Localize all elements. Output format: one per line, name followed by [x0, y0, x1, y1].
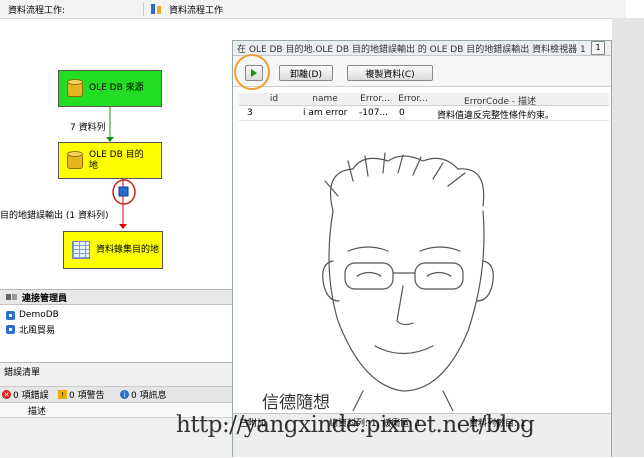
dataflow-canvas: OLE DB 來源 7 資料列 OLE DB 目的地 目的地錯誤輸出 (1 資料… [0, 19, 232, 286]
row-count-status: 資料列數目: 1 [469, 419, 526, 429]
grid-header-row: id name Error... Error... ErrorCode - 描述 [239, 93, 609, 107]
warning-icon: ! [58, 390, 67, 399]
background-window [612, 18, 644, 457]
cell-error-description: 資料值違反完整性條件約束。 [437, 111, 555, 121]
error-list-header: 描述 [0, 403, 232, 418]
warnings-filter-label: 0 項警告 [69, 391, 105, 401]
connection-item-label: DemoDB [19, 310, 59, 320]
error-list-panel: 錯誤清單 ✕ 0 項錯誤 ! 0 項警告 i 0 項訊息 描述 [0, 362, 232, 458]
connection-item[interactable]: 北風貿易 [6, 323, 55, 336]
total-rows-status: 總資料列: 1, 緩衝區: 1 [329, 419, 421, 429]
error-icon: ✕ [2, 390, 11, 399]
data-viewer-window: 在 OLE DB 目的地.OLE DB 目的地錯誤輸出 的 OLE DB 目的地… [232, 40, 612, 457]
dest-node-label: OLE DB 目的地 [89, 149, 144, 171]
connection-item-label: 北風貿易 [19, 326, 56, 336]
messages-filter-label: 0 項訊息 [131, 391, 167, 401]
errors-filter-label: 0 項錯誤 [13, 391, 49, 401]
error-list-title: 錯誤清單 [4, 368, 41, 378]
table-icon [72, 241, 90, 259]
ole-db-destination-node[interactable]: OLE DB 目的地 [58, 142, 162, 179]
attach-status: 已附加 [239, 419, 267, 429]
connection-managers-tab[interactable]: 連接管理員 [0, 290, 232, 305]
connection-item[interactable]: DemoDB [6, 310, 59, 320]
database-icon [67, 78, 83, 99]
data-viewer-titlebar[interactable]: 在 OLE DB 目的地.OLE DB 目的地錯誤輸出 的 OLE DB 目的地… [233, 41, 611, 56]
messages-filter-button[interactable]: i 0 項訊息 [120, 388, 167, 401]
recordset-node-label: 資料錄集目的地 [96, 244, 160, 255]
dataflow-task-selector[interactable]: 資料流程工作 [169, 3, 223, 16]
viewer-index-badge[interactable]: 1 [591, 41, 605, 55]
connection-managers-panel: 連接管理員 DemoDB 北風貿易 [0, 289, 232, 360]
error-list-filter-bar: ✕ 0 項錯誤 ! 0 項警告 i 0 項訊息 [0, 386, 232, 403]
portrait-sketch [322, 152, 494, 411]
continue-play-button[interactable] [245, 65, 263, 81]
recordset-destination-node[interactable]: 資料錄集目的地 [63, 231, 163, 269]
rows-count-label: 7 資料列 [70, 123, 106, 133]
separator [143, 2, 144, 16]
detach-button[interactable]: 卸離(D) [279, 65, 333, 81]
column-header[interactable]: name [297, 94, 353, 104]
description-column-header[interactable]: 描述 [28, 404, 46, 417]
errors-filter-button[interactable]: ✕ 0 項錯誤 [2, 388, 49, 401]
connection-icon [6, 325, 15, 334]
copy-data-button[interactable]: 複製資料(C) [347, 65, 433, 81]
column-header[interactable]: Error... [395, 94, 431, 104]
cell-id: 3 [247, 108, 253, 118]
database-icon [67, 150, 83, 171]
data-viewer-title: 在 OLE DB 目的地.OLE DB 目的地錯誤輸出 的 OLE DB 目的地… [237, 45, 586, 55]
source-node-label: OLE DB 來源 [89, 83, 144, 93]
column-header[interactable]: id [259, 94, 289, 104]
column-header[interactable]: Error... [355, 94, 395, 104]
designer-tabbar: 資料流程工作: 資料流程工作 [0, 0, 626, 19]
info-icon: i [120, 390, 129, 399]
data-viewer-toolbar: 卸離(D) 複製資料(C) [233, 54, 611, 90]
cell-error-code: -107... [359, 108, 389, 118]
connection-managers-title: 連接管理員 [22, 294, 68, 304]
data-viewer-statusbar: 已附加 總資料列: 1, 緩衝區: 1 資料列數目: 1 [233, 413, 611, 457]
dataflow-task-label: 資料流程工作: [8, 6, 66, 16]
warnings-filter-button[interactable]: ! 0 項警告 [58, 388, 105, 401]
error-output-label: 目的地錯誤輸出 (1 資料列) [0, 211, 109, 221]
table-row[interactable]: 3 i am error -107... 0 資料值違反完整性條件約束。 [239, 106, 609, 121]
connection-icon [6, 294, 17, 300]
dataflow-task-icon [151, 4, 161, 14]
ole-db-source-node[interactable]: OLE DB 來源 [58, 70, 162, 107]
cell-name: i am error [303, 108, 348, 118]
cell-error-column: 0 [399, 108, 405, 118]
connection-icon [6, 310, 15, 320]
